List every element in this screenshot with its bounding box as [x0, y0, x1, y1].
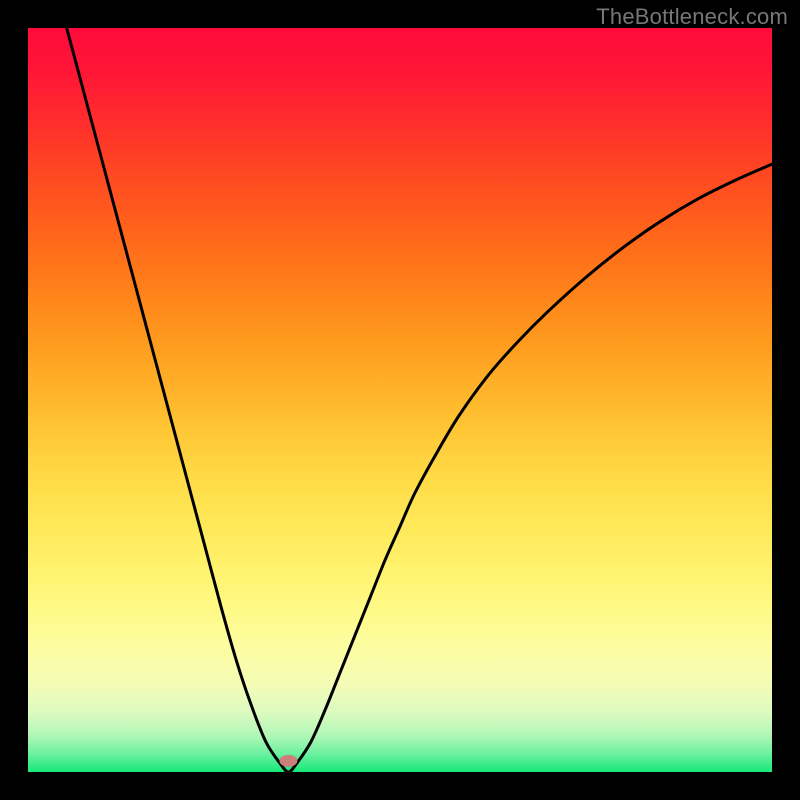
balance-point-marker	[279, 755, 297, 767]
chart-svg	[28, 28, 772, 772]
plot-area	[28, 28, 772, 772]
chart-frame: TheBottleneck.com	[0, 0, 800, 800]
watermark-text: TheBottleneck.com	[596, 4, 788, 30]
gradient-background	[28, 28, 772, 772]
